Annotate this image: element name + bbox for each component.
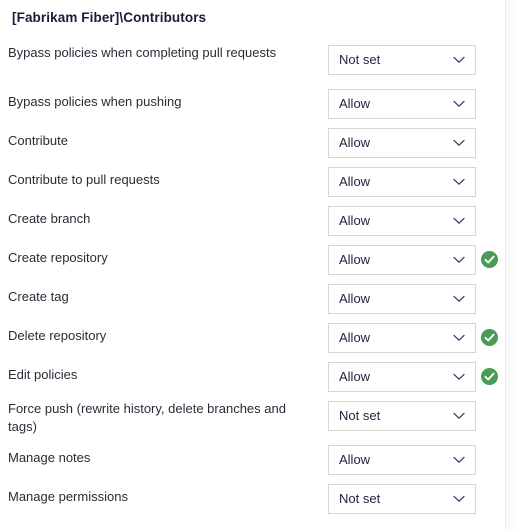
permission-control: Not set	[328, 401, 476, 431]
inherited-check-icon	[481, 251, 498, 268]
permission-dropdown-value: Allow	[339, 452, 371, 467]
permission-dropdown-value: Allow	[339, 96, 371, 111]
permission-dropdown-value: Allow	[339, 213, 371, 228]
permission-dropdown[interactable]: Allow	[328, 206, 476, 236]
permission-dropdown-value: Allow	[339, 330, 371, 345]
permission-control: Allow	[328, 362, 476, 392]
permission-dropdown[interactable]: Allow	[328, 362, 476, 392]
permission-dropdown-value: Allow	[339, 252, 371, 267]
permission-control: Not set	[328, 484, 476, 514]
permission-control: Allow	[328, 445, 476, 475]
permission-dropdown-value: Not set	[339, 491, 381, 506]
chevron-down-icon	[451, 363, 467, 391]
permission-control: Allow	[328, 128, 476, 158]
permission-dropdown[interactable]: Not set	[328, 401, 476, 431]
permission-dropdown[interactable]: Allow	[328, 323, 476, 353]
permission-row: Contribute Allow	[0, 125, 505, 164]
permission-row: Create branch Allow	[0, 203, 505, 242]
chevron-down-icon	[451, 485, 467, 513]
permission-control: Allow	[328, 284, 476, 314]
chevron-down-icon	[451, 402, 467, 430]
permission-control: Allow	[328, 245, 476, 275]
inherited-check-icon	[481, 368, 498, 385]
permission-dropdown[interactable]: Allow	[328, 245, 476, 275]
permission-dropdown[interactable]: Allow	[328, 167, 476, 197]
permission-row: Create tag Allow	[0, 281, 505, 320]
permission-label: Contribute to pull requests	[8, 172, 160, 187]
permission-label: Create repository	[8, 250, 108, 265]
permission-control: Not set	[328, 45, 476, 75]
permission-dropdown[interactable]: Allow	[328, 445, 476, 475]
chevron-down-icon	[451, 285, 467, 313]
permission-row: Contribute to pull requests Allow	[0, 164, 505, 203]
panel-gutter-fill	[506, 0, 517, 529]
inherited-check-icon	[481, 329, 498, 346]
permission-dropdown[interactable]: Allow	[328, 89, 476, 119]
permission-label: Bypass policies when completing pull req…	[8, 45, 277, 60]
permission-row: Manage permissions Not set	[0, 481, 505, 520]
permission-label: Create tag	[8, 289, 69, 304]
panel-right-gutter	[505, 0, 517, 529]
permissions-panel: [Fabrikam Fiber]\Contributors Bypass pol…	[0, 0, 517, 529]
permission-row: Create repository Allow	[0, 242, 505, 281]
chevron-down-icon	[451, 246, 467, 274]
permission-row: Force push (rewrite history, delete bran…	[0, 398, 505, 442]
permission-dropdown-value: Allow	[339, 135, 371, 150]
permission-label: Manage permissions	[8, 489, 128, 504]
permission-label: Contribute	[8, 133, 68, 148]
permission-dropdown[interactable]: Allow	[328, 128, 476, 158]
permission-dropdown-value: Not set	[339, 52, 381, 67]
permission-dropdown-value: Allow	[339, 369, 371, 384]
chevron-down-icon	[451, 129, 467, 157]
permission-dropdown[interactable]: Not set	[328, 45, 476, 75]
chevron-down-icon	[451, 90, 467, 118]
chevron-down-icon	[451, 46, 467, 74]
permission-label: Delete repository	[8, 328, 107, 343]
chevron-down-icon	[451, 446, 467, 474]
page-title: [Fabrikam Fiber]\Contributors	[12, 10, 207, 25]
permission-dropdown-value: Allow	[339, 291, 371, 306]
permission-row: Bypass policies when completing pull req…	[0, 42, 505, 86]
permission-row: Bypass policies when pushing Allow	[0, 86, 505, 125]
permission-label: Force push (rewrite history, delete bran…	[8, 401, 286, 434]
permission-label: Manage notes	[8, 450, 91, 465]
permission-dropdown-value: Allow	[339, 174, 371, 189]
permission-row: Edit policies Allow	[0, 359, 505, 398]
permission-control: Allow	[328, 89, 476, 119]
permission-row: Delete repository Allow	[0, 320, 505, 359]
permission-dropdown[interactable]: Not set	[328, 484, 476, 514]
chevron-down-icon	[451, 168, 467, 196]
chevron-down-icon	[451, 207, 467, 235]
chevron-down-icon	[451, 324, 467, 352]
permission-row: Manage notes Allow	[0, 442, 505, 481]
permission-label: Bypass policies when pushing	[8, 94, 182, 109]
permission-control: Allow	[328, 323, 476, 353]
permission-label: Edit policies	[8, 367, 78, 382]
permissions-list: Bypass policies when completing pull req…	[0, 42, 505, 520]
permission-dropdown[interactable]: Allow	[328, 284, 476, 314]
permission-dropdown-value: Not set	[339, 408, 381, 423]
permission-control: Allow	[328, 206, 476, 236]
permission-label: Create branch	[8, 211, 91, 226]
permission-control: Allow	[328, 167, 476, 197]
